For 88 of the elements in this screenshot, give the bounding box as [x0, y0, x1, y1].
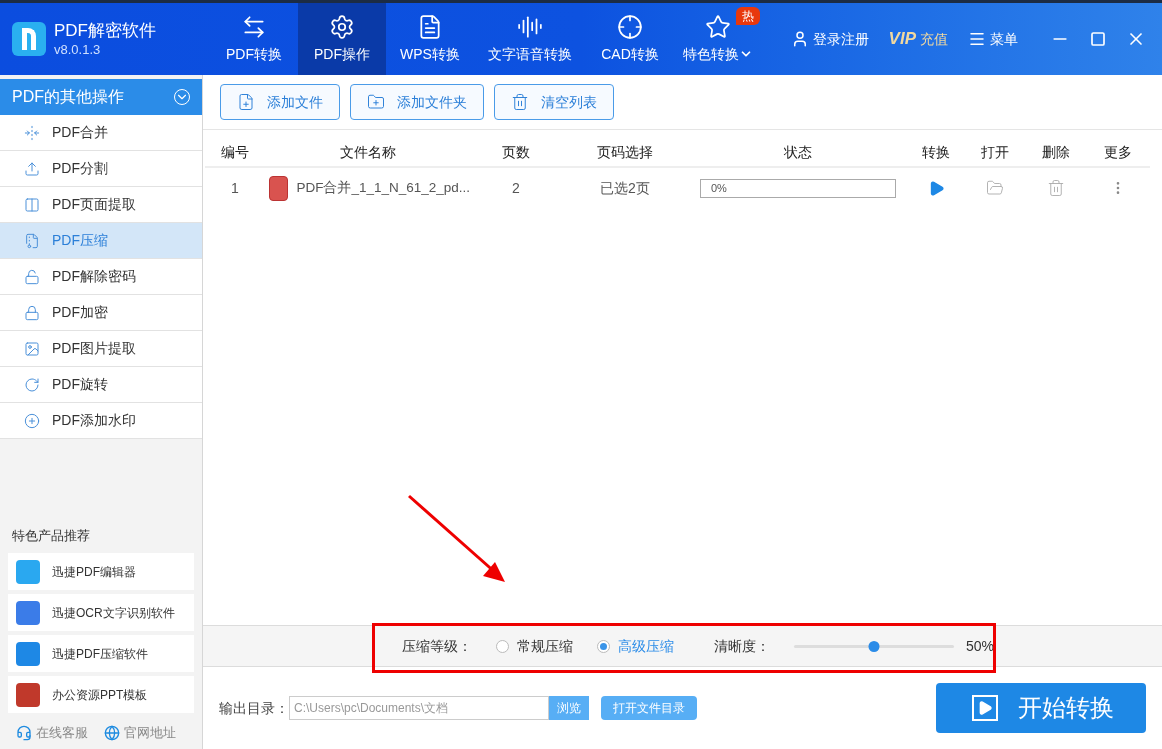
- radio-button[interactable]: [496, 639, 509, 653]
- column-header: 页码选择: [562, 138, 688, 168]
- clarity-reading: 50%: [966, 636, 995, 656]
- nav-tab[interactable]: 文字语音转换: [474, 3, 586, 75]
- recharge-link[interactable]: VIP 充值: [888, 26, 948, 52]
- column-header: 更多: [1086, 138, 1150, 168]
- nav-icon: [517, 13, 543, 40]
- column-header: 转换: [908, 138, 964, 168]
- table-cell-text: 2: [511, 178, 521, 198]
- sidebar-icon: [24, 376, 40, 393]
- column-header: 编号: [205, 138, 265, 168]
- product-item[interactable]: 办公资源PPT模板: [8, 676, 194, 713]
- product-icon: [16, 641, 40, 666]
- toolbar-button[interactable]: 添加文件夹: [350, 84, 484, 120]
- menu-link[interactable]: 菜单: [968, 28, 1018, 50]
- product-icon: [16, 682, 40, 707]
- sidebar-item[interactable]: PDF旋转: [0, 367, 202, 403]
- nav-tab[interactable]: PDF操作: [298, 3, 386, 75]
- sidebar-icon: [24, 232, 40, 249]
- sidebar-item[interactable]: PDF分割: [0, 151, 202, 187]
- sidebar-item[interactable]: PDF加密: [0, 295, 202, 331]
- toolbar-button[interactable]: 清空列表: [494, 84, 614, 120]
- footer-link[interactable]: 官网地址: [104, 723, 176, 743]
- clarity-label: 清晰度：: [714, 636, 770, 656]
- toolbar-icon: [237, 93, 255, 111]
- nav-tab[interactable]: 特色转换 热: [674, 3, 762, 75]
- toolbar-button[interactable]: 添加文件: [220, 84, 340, 120]
- menu-icon: [968, 30, 986, 48]
- login-link[interactable]: 登录注册: [790, 28, 869, 50]
- hot-badge: 热: [736, 7, 760, 25]
- compression-label: 压缩等级：: [402, 636, 472, 656]
- headset-icon: [16, 725, 32, 741]
- column-header: 打开: [964, 138, 1026, 168]
- app-version: v8.0.1.3: [54, 41, 102, 58]
- maximize-icon[interactable]: [1090, 31, 1106, 47]
- section-title: 特色产品推荐: [11, 526, 91, 545]
- sidebar-icon: [24, 304, 40, 321]
- product-item[interactable]: 迅捷OCR文字识别软件: [8, 594, 194, 631]
- slider-thumb[interactable]: [868, 640, 880, 652]
- radio-option[interactable]: 高级压缩: [597, 635, 674, 657]
- toolbar-icon: [367, 93, 385, 111]
- product-icon: [16, 600, 40, 625]
- sidebar-item[interactable]: PDF添加水印: [0, 403, 202, 439]
- clarity-slider[interactable]: [794, 640, 954, 652]
- table-cell-text: 已选2页: [599, 178, 651, 198]
- sidebar-item[interactable]: PDF图片提取: [0, 331, 202, 367]
- progress-bar: 0%: [700, 178, 896, 198]
- column-header: 状态: [688, 138, 908, 168]
- nav-icon: [705, 13, 731, 40]
- sidebar-icon: [24, 268, 40, 285]
- sidebar-icon: [24, 340, 40, 357]
- product-item[interactable]: 迅捷PDF压缩软件: [8, 635, 194, 672]
- app-title: PDF解密软件: [54, 20, 156, 42]
- sidebar-icon: [24, 124, 40, 141]
- nav-icon: [329, 13, 355, 40]
- sidebar-item[interactable]: PDF压缩: [0, 223, 202, 259]
- globe-icon: [104, 725, 120, 741]
- sidebar-icon: [24, 412, 40, 429]
- nav-icon: [417, 13, 443, 40]
- nav-icon: [241, 13, 267, 40]
- product-item[interactable]: 迅捷PDF编辑器: [8, 553, 194, 590]
- nav-tab[interactable]: PDF转换: [210, 3, 298, 75]
- nav-tab[interactable]: WPS转换: [386, 3, 474, 75]
- table-cell-text: 1: [230, 178, 240, 198]
- sidebar-item[interactable]: PDF解除密码: [0, 259, 202, 295]
- sidebar-icon: [24, 196, 40, 213]
- output-label: 输出目录：: [219, 698, 289, 718]
- pdf-file-icon: [269, 175, 289, 201]
- radio-button[interactable]: [597, 639, 610, 653]
- column-header: 删除: [1026, 138, 1086, 168]
- start-button[interactable]: 开始转换: [936, 683, 1146, 733]
- sidebar-icon: [24, 160, 40, 177]
- delete-icon[interactable]: [1047, 179, 1065, 197]
- play-icon: [972, 695, 998, 721]
- app-logo-icon: [12, 22, 46, 56]
- footer-link[interactable]: 在线客服: [16, 723, 88, 743]
- column-header: 文件名称: [265, 138, 470, 168]
- product-icon: [16, 559, 40, 584]
- nav-icon: [617, 13, 643, 40]
- toolbar-icon: [511, 93, 529, 111]
- column-header: 页数: [470, 138, 562, 168]
- radio-option[interactable]: 常规压缩: [496, 635, 573, 657]
- sidebar-item[interactable]: PDF页面提取: [0, 187, 202, 223]
- nav-tab[interactable]: CAD转换: [586, 3, 674, 75]
- folder-icon[interactable]: [986, 179, 1004, 197]
- sidebar-item[interactable]: PDF合并: [0, 115, 202, 151]
- table-cell-text: PDF合并_1_1_N_61_2_pd...: [296, 178, 470, 197]
- sidebar-header[interactable]: PDF的其他操作: [0, 79, 202, 115]
